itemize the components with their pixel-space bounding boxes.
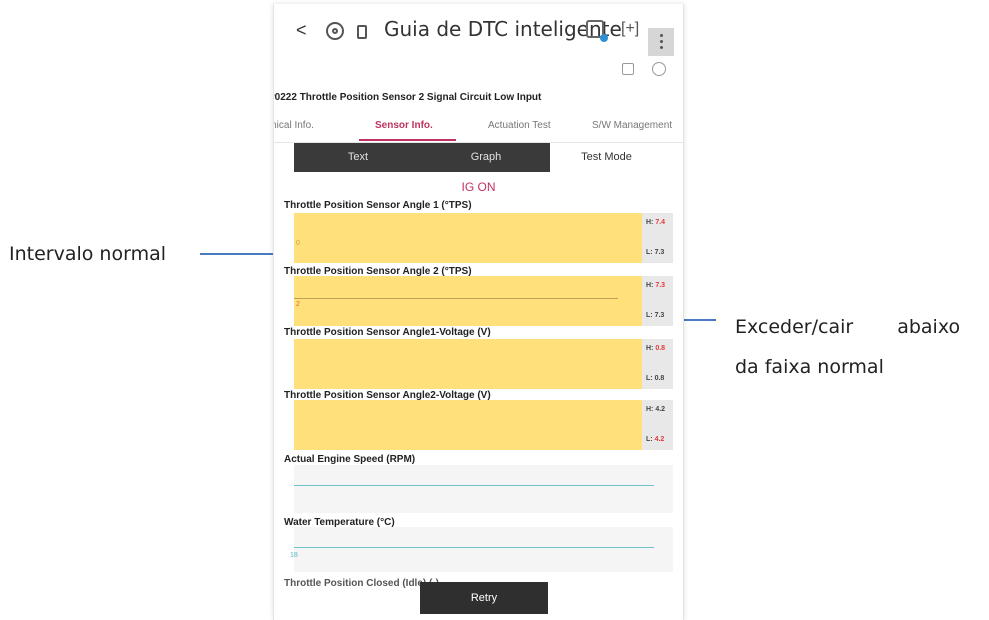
ignition-status: IG ON bbox=[461, 180, 496, 194]
chevron-left-icon[interactable]: < bbox=[296, 20, 307, 41]
callout-exceed-line2: da faixa normal bbox=[735, 356, 884, 378]
segment-test-mode[interactable]: Test Mode bbox=[550, 143, 663, 172]
current-value: 18 bbox=[290, 552, 298, 559]
settings-icon[interactable] bbox=[652, 62, 666, 76]
tab-technical-info[interactable]: Technical Info. bbox=[274, 120, 314, 131]
high-limit: H: 4.2 bbox=[646, 406, 666, 413]
segment-text[interactable]: Text bbox=[294, 143, 422, 172]
current-value: 0 bbox=[296, 240, 300, 247]
tab-sensor-info[interactable]: Sensor Info. bbox=[375, 120, 433, 131]
sensor-graph bbox=[294, 465, 673, 513]
normal-range-band bbox=[294, 400, 642, 450]
sensor-label: Actual Engine Speed (RPM) bbox=[284, 454, 416, 465]
low-limit: L: 7.3 bbox=[646, 312, 665, 319]
callout-normal-range: Intervalo normal bbox=[9, 243, 167, 265]
low-limit: L: 7.3 bbox=[646, 249, 665, 256]
segment-graph[interactable]: Graph bbox=[422, 143, 550, 172]
current-value: 2 bbox=[296, 301, 300, 308]
phone-screen: < Guia de DTC inteligente [+] P0222 Thro… bbox=[273, 4, 684, 620]
sensor-label-cut: Throttle Position Closed (Idle) (-) bbox=[284, 578, 439, 589]
sensor-graph: 18 bbox=[290, 527, 673, 572]
normal-range-band: 2 bbox=[294, 276, 642, 326]
callout-exceed-line1: Exceder/cair abaixo bbox=[735, 316, 961, 338]
range-limits: H: 7.3 L: 7.3 bbox=[642, 276, 673, 326]
callout-line-left bbox=[200, 253, 280, 255]
sensor-label: Throttle Position Sensor Angle1-Voltage … bbox=[284, 327, 491, 338]
high-limit: H: 0.8 bbox=[646, 345, 666, 352]
dtc-title: P0222 Throttle Position Sensor 2 Signal … bbox=[273, 92, 542, 103]
graph-line bbox=[294, 485, 654, 486]
active-tab-indicator bbox=[359, 139, 456, 141]
top-bar: < Guia de DTC inteligente [+] bbox=[274, 4, 683, 56]
retry-button[interactable]: Retry bbox=[420, 582, 548, 614]
more-vertical-icon[interactable] bbox=[648, 28, 674, 56]
graph-line bbox=[294, 547, 654, 548]
target-icon[interactable] bbox=[326, 22, 344, 40]
car-icon[interactable] bbox=[622, 63, 634, 75]
tab-sw-management[interactable]: S/W Management bbox=[592, 120, 672, 131]
normal-range-band: 0 bbox=[294, 213, 642, 263]
range-limits: H: 4.2 L: 4.2 bbox=[642, 400, 673, 450]
page-icon[interactable] bbox=[357, 25, 367, 39]
sensor-label: Throttle Position Sensor Angle 1 (°TPS) bbox=[284, 200, 472, 211]
low-limit: L: 0.8 bbox=[646, 375, 665, 382]
normal-range-band bbox=[294, 339, 642, 389]
low-limit: L: 4.2 bbox=[646, 436, 665, 443]
range-limits: H: 7.4 L: 7.3 bbox=[642, 213, 673, 263]
high-limit: H: 7.3 bbox=[646, 282, 666, 289]
high-limit: H: 7.4 bbox=[646, 219, 666, 226]
tab-bar: Technical Info. Sensor Info. Actuation T… bbox=[274, 114, 683, 143]
range-limits: H: 0.8 L: 0.8 bbox=[642, 339, 673, 389]
view-mode-selector: Text Graph Test Mode bbox=[294, 143, 663, 172]
expand-icon[interactable]: [+] bbox=[621, 20, 639, 38]
tab-actuation-test[interactable]: Actuation Test bbox=[488, 120, 551, 131]
battery-icon[interactable] bbox=[586, 20, 608, 42]
graph-line bbox=[294, 298, 618, 299]
